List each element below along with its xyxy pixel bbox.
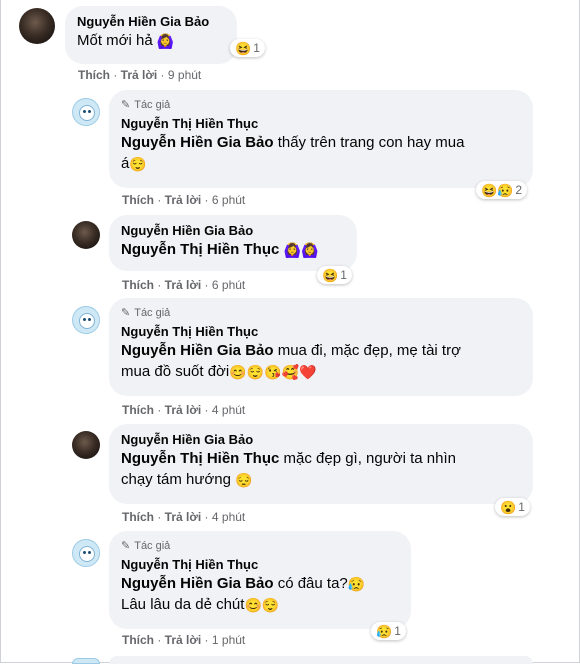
pencil-icon: ✎ [121, 99, 131, 111]
comment-text: Nguyễn Thị Hiền Thục mặc đẹp gì, người t… [121, 450, 456, 488]
comment-bubble: ✎ Tác giả Nguyễn Thị Hiền Thục Nguyễn Hiề… [109, 90, 533, 188]
sad-reaction-icon: 😥 [376, 623, 393, 639]
comment-bubble: ✎ Tác giả Nguyễn Thị Hiền Thục Nguyễn Hiề… [109, 531, 411, 629]
comment-actions: Thích · Trả lời · 1 phút [122, 633, 246, 647]
like-link[interactable]: Thích [78, 68, 110, 82]
pencil-icon: ✎ [121, 307, 131, 319]
like-link[interactable]: Thích [122, 510, 154, 524]
reply-link[interactable]: Trả lời [165, 403, 202, 417]
reply-link[interactable]: Trả lời [165, 193, 202, 207]
comment-author[interactable]: Nguyễn Hiền Gia Bảo [77, 14, 225, 30]
comment-bubble [109, 656, 533, 664]
reaction-count-label: 1 [340, 268, 347, 282]
avatar[interactable] [72, 221, 100, 249]
pencil-icon: ✎ [121, 540, 131, 552]
comment-actions: Thích · Trả lời · 4 phút [122, 403, 246, 417]
emoji: 🙆‍♀️🙆‍♀️ [283, 242, 319, 258]
reaction-count[interactable]: 😥 1 [371, 622, 406, 640]
comment-bubble: Nguyễn Hiền Gia Bảo Nguyễn Thị Hiền Thục… [109, 424, 533, 504]
comment-bubble: Nguyễn Hiền Gia Bảo Nguyễn Thị Hiền Thục… [109, 215, 357, 271]
emoji: 😔 [235, 472, 253, 488]
mention-link[interactable]: Nguyễn Hiền Gia Bảo [121, 134, 274, 151]
avatar[interactable] [72, 431, 100, 459]
comment-actions: Thích · Trả lời · 6 phút [122, 278, 246, 292]
like-link[interactable]: Thích [122, 633, 154, 647]
mention-link[interactable]: Nguyễn Hiền Gia Bảo [121, 575, 274, 592]
author-badge: ✎ Tác giả [121, 99, 171, 111]
reaction-count[interactable]: 😆 1 [317, 266, 352, 284]
comment-author[interactable]: Nguyễn Hiền Gia Bảo [121, 223, 345, 239]
haha-reaction-icon: 😆 [322, 267, 339, 283]
comment-text: Mốt mới hả 🙆‍♀️ [77, 32, 175, 49]
reaction-count[interactable]: 😆 1 [230, 39, 265, 57]
timestamp[interactable]: 1 phút [212, 633, 245, 647]
reaction-count-label: 1 [253, 41, 260, 55]
comment-bubble: Nguyễn Hiền Gia Bảo Mốt mới hả 🙆‍♀️ [65, 6, 237, 64]
timestamp[interactable]: 4 phút [212, 403, 245, 417]
comment-actions: Thích · Trả lời · 6 phút [122, 193, 246, 207]
comment-text: Nguyễn Hiền Gia Bảo có đâu ta?😥 Lâu lâu d… [121, 575, 366, 613]
timestamp[interactable]: 4 phút [212, 510, 245, 524]
comment-author[interactable]: Nguyễn Hiền Gia Bảo [121, 432, 521, 448]
avatar[interactable] [19, 8, 55, 44]
emoji: 🙆‍♀️ [156, 33, 175, 49]
reaction-count[interactable]: 😮 1 [495, 498, 530, 516]
comment-actions: Thích · Trả lời · 9 phút [78, 68, 202, 82]
haha-reaction-icon: 😆 [235, 40, 252, 56]
comment-text: Nguyễn Thị Hiền Thục 🙆‍♀️🙆‍♀️ [121, 239, 345, 260]
reply-link[interactable]: Trả lời [121, 68, 158, 82]
emoji: 😊😌 [244, 597, 280, 613]
comment-author[interactable]: Nguyễn Thị Hiền Thục [121, 324, 521, 340]
avatar[interactable] [72, 658, 100, 664]
wow-reaction-icon: 😮 [500, 499, 517, 515]
comment-text: Nguyễn Hiền Gia Bảo thấy trên trang con … [121, 134, 465, 172]
reply-link[interactable]: Trả lời [165, 278, 202, 292]
like-link[interactable]: Thích [122, 278, 154, 292]
comment-author[interactable]: Nguyễn Thị Hiền Thục [121, 557, 399, 573]
author-badge: ✎ Tác giả [121, 307, 171, 319]
reaction-count-label: 1 [518, 500, 525, 514]
like-link[interactable]: Thích [122, 403, 154, 417]
emoji: 😥 [347, 576, 366, 592]
mention-link[interactable]: Nguyễn Hiền Gia Bảo [121, 342, 274, 359]
comment-thread: Nguyễn Hiền Gia Bảo Mốt mới hả 🙆‍♀️ 😆 1 … [0, 0, 580, 664]
reaction-count-label: 1 [394, 624, 401, 638]
mention-link[interactable]: Nguyễn Thị Hiền Thục [121, 450, 279, 467]
comment-text: Nguyễn Hiền Gia Bảo mua đi, mặc đẹp, mẹ … [121, 342, 461, 380]
reply-link[interactable]: Trả lời [165, 633, 202, 647]
author-badge: ✎ Tác giả [121, 540, 171, 552]
comment-author[interactable]: Nguyễn Thị Hiền Thục [121, 116, 521, 132]
timestamp[interactable]: 9 phút [168, 68, 201, 82]
timestamp[interactable]: 6 phút [212, 193, 245, 207]
emoji: 😌 [129, 156, 147, 172]
avatar[interactable] [72, 539, 100, 567]
avatar[interactable] [72, 306, 100, 334]
comment-actions: Thích · Trả lời · 4 phút [122, 510, 246, 524]
like-link[interactable]: Thích [122, 193, 154, 207]
reaction-count-label: 2 [515, 183, 523, 197]
emoji: 😊😌😘🥰❤️ [229, 364, 317, 380]
reply-link[interactable]: Trả lời [165, 510, 202, 524]
haha-sad-reaction-icon: 😆😥 [481, 182, 514, 198]
avatar[interactable] [72, 98, 100, 126]
timestamp[interactable]: 6 phút [212, 278, 245, 292]
mention-link[interactable]: Nguyễn Thị Hiền Thục [121, 241, 279, 258]
comment-bubble: ✎ Tác giả Nguyễn Thị Hiền Thục Nguyễn Hiề… [109, 298, 533, 396]
reaction-count[interactable]: 😆😥 2 [476, 181, 528, 199]
